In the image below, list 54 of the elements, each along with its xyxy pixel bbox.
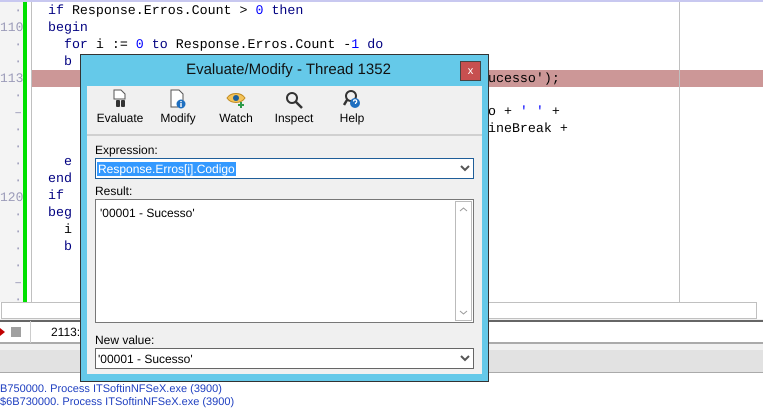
line-number: · xyxy=(13,223,23,240)
line-number: · xyxy=(13,53,23,70)
message-line: $6B730000. Process ITSoftinNFSeX.exe (3900) xyxy=(0,396,236,409)
code-text: begin xyxy=(48,19,88,36)
toolbar-button[interactable]: Evaluate xyxy=(92,89,148,127)
code-text: if Response.Erros.Count > 0 then xyxy=(48,2,304,19)
code-text: beg xyxy=(48,204,72,221)
code-text: ineBreak + xyxy=(488,120,568,137)
line-number: · xyxy=(13,206,23,223)
line-number: · xyxy=(13,87,23,104)
code-text: for i := 0 to Response.Erros.Count -1 do xyxy=(62,36,384,53)
stop-icon[interactable] xyxy=(10,326,22,338)
line-number: 113 xyxy=(0,70,23,87)
code-text: end xyxy=(48,170,72,187)
line-number: · xyxy=(13,155,23,172)
run-arrow-icon[interactable] xyxy=(0,327,6,337)
toolbar-button[interactable]: Inspect xyxy=(266,91,322,127)
selected-text: Response.Erros[i].Codigo xyxy=(97,160,237,178)
result-text: '00001 - Sucesso' xyxy=(99,205,196,222)
field-label: New value: xyxy=(95,333,156,347)
code-text: i xyxy=(62,220,72,238)
code-text: if xyxy=(48,186,64,204)
dialog-title: Evaluate/Modify - Thread 1352 xyxy=(186,60,391,80)
field-label: Result: xyxy=(95,184,134,198)
line-number: · xyxy=(13,240,23,257)
close-button[interactable]: x xyxy=(460,60,481,80)
line-number: · xyxy=(13,172,23,189)
line-number: – xyxy=(13,274,23,291)
toolbar-button[interactable]: Help xyxy=(324,89,380,127)
line-number: – xyxy=(13,104,23,121)
search-icon xyxy=(285,91,303,109)
help-icon xyxy=(343,89,361,109)
dropdown-caret-icon xyxy=(460,165,470,172)
code-text: b xyxy=(62,238,72,255)
dropdown-caret-icon xyxy=(460,355,470,362)
document-info-icon xyxy=(169,89,187,109)
line-number: · xyxy=(13,291,23,308)
new-value-combobox[interactable]: '00001 - Sucesso' xyxy=(95,348,474,369)
line-number: · xyxy=(13,257,23,274)
line-number: · xyxy=(13,2,23,19)
line-number: 120 xyxy=(0,189,23,206)
toolbar-button[interactable]: Modify xyxy=(150,89,206,127)
line-number: · xyxy=(13,121,23,138)
field-label: Expression: xyxy=(95,143,159,157)
toolbar-button[interactable]: Watch xyxy=(208,89,264,127)
code-text: o + ' ' + xyxy=(488,102,560,120)
code-text: ucesso'); xyxy=(488,70,560,87)
message-line: B750000. Process ITSoftinNFSeX.exe (3900) xyxy=(0,383,223,396)
code-text: b xyxy=(62,53,72,70)
line-number: 110 xyxy=(0,19,23,36)
line-number: · xyxy=(13,36,23,53)
vertical-scrollbar[interactable] xyxy=(455,201,472,321)
line-number: · xyxy=(13,138,23,155)
code-text: e xyxy=(62,152,72,170)
